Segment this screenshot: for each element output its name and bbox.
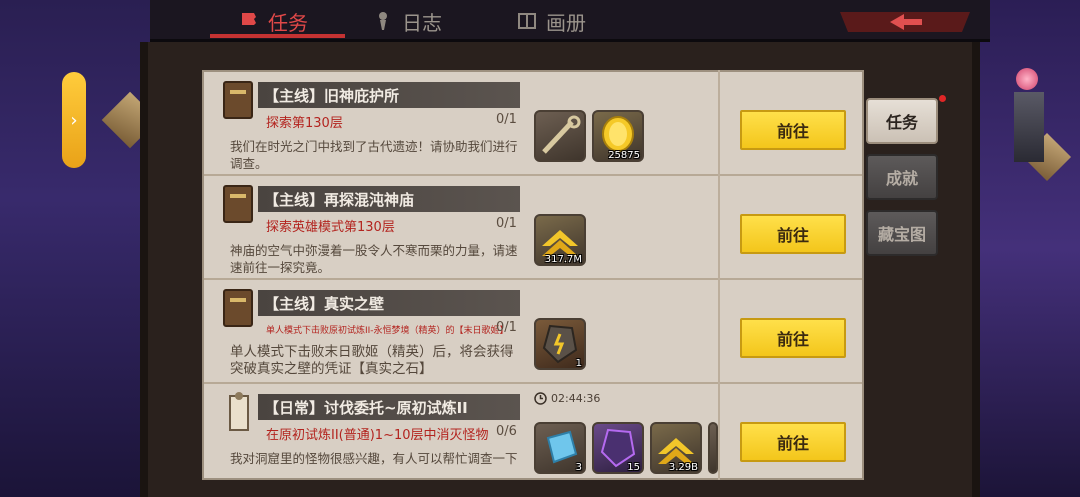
quest-title: 【主线】真实之壁 [258,290,520,316]
quest-item: 【主线】再探混沌神庙 探索英雄模式第130层 0/1 神庙的空气中弥漫着一股令人… [204,176,862,280]
tab-quests[interactable]: 任务 [238,4,308,38]
quest-objective: 单人模式下击败原初试炼II-永恒梦境（精英）的【末日歌姬】 [266,326,509,336]
portal-orb [1016,68,1038,90]
go-button[interactable]: 前往 [740,422,846,462]
quest-title: 【主线】再探混沌神庙 [258,186,520,212]
reward-quantity: 25875 [608,150,640,161]
expand-arrow-button[interactable]: › [62,72,86,168]
tab-quests-label: 任务 [268,10,308,35]
quest-book-icon [223,81,253,119]
reward-slot[interactable]: 25875 [592,110,644,162]
tab-journal-label: 日志 [402,10,442,35]
quest-progress: 0/1 [496,112,517,127]
quest-list-panel[interactable]: 【主线】旧神庇护所 探索第130层 0/1 我们在时光之门中找到了古代遗迹！请协… [202,70,864,480]
tab-journal[interactable]: 日志 [372,4,442,38]
torch-icon [379,12,387,30]
quest-description: 单人模式下击败末日歌姬（精英）后，将会获得突破真实之壁的凭证【真实之石】 [230,344,514,377]
quest-description: 神庙的空气中弥漫着一股令人不寒而栗的力量，请速速前往一探究竟。 [230,243,518,275]
notification-dot [939,95,946,102]
tower-decoration [1014,92,1044,162]
quest-timer: 02:44:36 [534,392,600,405]
quest-objective: 在原初试炼II(普通)1~10层中消灭怪物 [266,428,489,443]
quest-item: 【日常】讨伐委托~原初试炼II 在原初试炼II(普通)1~10层中消灭怪物 0/… [204,384,862,478]
quest-objective: 探索第130层 [266,116,343,131]
tab-album-label: 画册 [546,10,586,35]
quest-title: 【主线】旧神庇护所 [258,82,520,108]
reward-slot[interactable] [534,110,586,162]
quest-scroll-icon [242,13,256,25]
quest-description: 我对洞窟里的怪物很感兴趣，有人可以帮忙调查一下 [230,451,518,466]
quest-item: 【主线】旧神庇护所 探索第130层 0/1 我们在时光之门中找到了古代遗迹！请协… [204,72,862,176]
quest-title: 【日常】讨伐委托~原初试炼II [258,394,520,420]
chevron-right-icon: › [70,109,78,131]
chain-item-icon [542,115,581,154]
reward-slot[interactable]: 3 [534,422,586,474]
quest-progress: 0/6 [496,424,517,439]
back-arrow-icon [840,12,970,32]
reward-slot-partial[interactable] [708,422,718,474]
reward-slot[interactable]: 1 [534,318,586,370]
quest-book-icon [223,185,253,223]
quest-description: 我们在时光之门中找到了古代遗迹！请协助我们进行调查。 [230,139,518,171]
reward-quantity: 3 [575,462,582,473]
clock-icon [534,392,547,405]
go-button[interactable]: 前往 [740,318,846,358]
quest-objective: 探索英雄模式第130层 [266,220,395,235]
go-button[interactable]: 前往 [740,214,846,254]
quest-progress: 0/1 [496,216,517,231]
reward-slot[interactable]: 317.7M [534,214,586,266]
quest-book-icon [223,289,253,327]
active-tab-underline [210,34,345,38]
go-button[interactable]: 前往 [740,110,846,150]
side-tab-quests[interactable]: 任务 [866,98,938,144]
reward-quantity: 317.7M [544,254,582,265]
quest-item: 【主线】真实之壁 单人模式下击败原初试炼II-永恒梦境（精英）的【末日歌姬】 0… [204,280,862,384]
panel-divider [718,70,720,480]
back-button[interactable] [830,4,980,38]
reward-quantity: 3.29B [668,462,698,473]
tab-album[interactable]: 画册 [516,4,586,38]
reward-slot[interactable]: 3.29B [650,422,702,474]
reward-quantity: 1 [575,358,582,369]
quest-progress: 0/1 [496,320,517,335]
reward-slot[interactable]: 15 [592,422,644,474]
side-tab-achievements[interactable]: 成就 [866,154,938,200]
reward-quantity: 15 [627,462,640,473]
book-icon [518,13,536,29]
quest-timer-text: 02:44:36 [551,392,601,405]
scroll-icon [229,392,249,431]
side-tab-treasure-map[interactable]: 藏宝图 [866,210,938,256]
